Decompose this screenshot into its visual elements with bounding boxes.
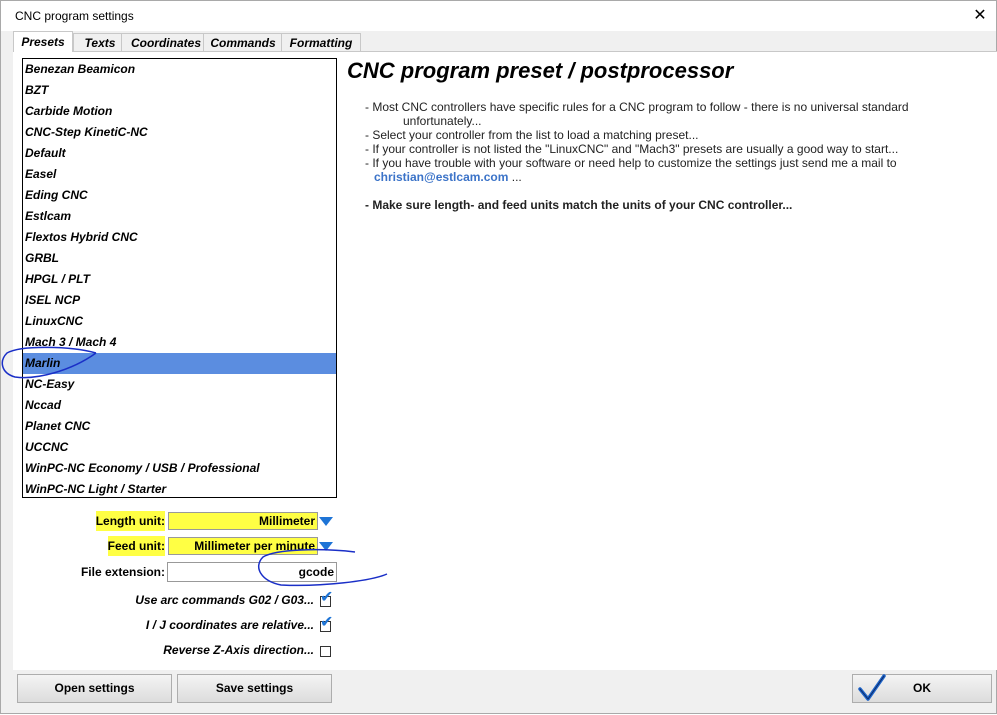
list-item[interactable]: LinuxCNC: [23, 311, 336, 332]
list-item[interactable]: ISEL NCP: [23, 290, 336, 311]
list-item[interactable]: Nccad: [23, 395, 336, 416]
arc-commands-label: Use arc commands G02 / G03...: [135, 593, 314, 607]
info-line-5: christian@estlcam.com ...: [365, 170, 965, 184]
checkmark-icon: ✔: [320, 589, 334, 606]
list-item[interactable]: Marlin: [23, 353, 336, 374]
length-unit-row: Length unit:: [23, 511, 165, 531]
open-settings-button[interactable]: Open settings: [17, 674, 172, 703]
window-title: CNC program settings: [15, 9, 134, 23]
save-settings-button[interactable]: Save settings: [177, 674, 332, 703]
list-item[interactable]: HPGL / PLT: [23, 269, 336, 290]
email-link[interactable]: christian@estlcam.com: [374, 170, 508, 184]
relative-ij-label: I / J coordinates are relative...: [145, 618, 314, 632]
bottom-strip: [1, 705, 996, 713]
list-item[interactable]: Carbide Motion: [23, 101, 336, 122]
file-extension-label: File extension:: [80, 565, 165, 579]
list-item[interactable]: Easel: [23, 164, 336, 185]
feed-unit-select[interactable]: Millimeter per minute: [168, 537, 318, 555]
email-ellipsis: ...: [511, 170, 522, 184]
reverse-z-checkbox[interactable]: [320, 646, 331, 657]
list-item[interactable]: CNC-Step KinetiC-NC: [23, 122, 336, 143]
tab-commands[interactable]: Commands: [203, 33, 283, 51]
relative-ij-checkbox[interactable]: ✔: [320, 615, 333, 632]
tab-texts[interactable]: Texts: [73, 33, 127, 51]
tab-presets[interactable]: Presets: [13, 31, 73, 52]
list-item[interactable]: NC-Easy: [23, 374, 336, 395]
list-item[interactable]: WinPC-NC Light / Starter: [23, 479, 336, 497]
feed-unit-dropdown-arrow-icon[interactable]: [319, 542, 333, 551]
units-warning: - Make sure length- and feed units match…: [365, 198, 793, 212]
info-line-1: - Most CNC controllers have specific rul…: [365, 100, 909, 114]
tab-coordinates[interactable]: Coordinates: [121, 33, 211, 51]
length-unit-label: Length unit:: [95, 511, 165, 531]
checkmark-icon: ✔: [320, 614, 334, 631]
file-extension-row: File extension:: [23, 562, 165, 582]
info-line-1b: unfortunately...: [403, 114, 482, 128]
info-text: - Most CNC controllers have specific rul…: [365, 100, 965, 212]
close-button[interactable]: ✕: [964, 1, 996, 31]
length-unit-dropdown-arrow-icon[interactable]: [319, 517, 333, 526]
list-item[interactable]: Eding CNC: [23, 185, 336, 206]
list-item[interactable]: Default: [23, 143, 336, 164]
list-item[interactable]: Estlcam: [23, 206, 336, 227]
info-line-2: - Select your controller from the list t…: [365, 128, 699, 142]
list-item[interactable]: Flextos Hybrid CNC: [23, 227, 336, 248]
feed-unit-row: Feed unit:: [23, 536, 165, 556]
title-bar: CNC program settings ✕: [1, 1, 996, 31]
reverse-z-label: Reverse Z-Axis direction...: [163, 643, 314, 657]
info-line-4: - If you have trouble with your software…: [365, 156, 897, 170]
list-item[interactable]: Benezan Beamicon: [23, 59, 336, 80]
list-item[interactable]: UCCNC: [23, 437, 336, 458]
tab-formatting[interactable]: Formatting: [281, 33, 361, 51]
ok-button[interactable]: OK: [852, 674, 992, 703]
file-extension-input[interactable]: gcode: [167, 562, 337, 582]
list-item[interactable]: Mach 3 / Mach 4: [23, 332, 336, 353]
ok-label: OK: [913, 681, 931, 695]
list-item[interactable]: GRBL: [23, 248, 336, 269]
arc-commands-checkbox[interactable]: ✔: [320, 590, 333, 607]
list-item[interactable]: Planet CNC: [23, 416, 336, 437]
list-item[interactable]: BZT: [23, 80, 336, 101]
dialog-window: CNC program settings ✕ Presets Texts Coo…: [0, 0, 997, 714]
info-line-3: - If your controller is not listed the "…: [365, 142, 899, 156]
page-title: CNC program preset / postprocessor: [347, 58, 734, 83]
preset-list[interactable]: Benezan Beamicon BZT Carbide Motion CNC-Ste…: [22, 58, 337, 498]
feed-unit-label: Feed unit:: [107, 536, 165, 556]
length-unit-select[interactable]: Millimeter: [168, 512, 318, 530]
checkmark-icon: [858, 674, 886, 701]
list-item[interactable]: WinPC-NC Economy / USB / Professional: [23, 458, 336, 479]
